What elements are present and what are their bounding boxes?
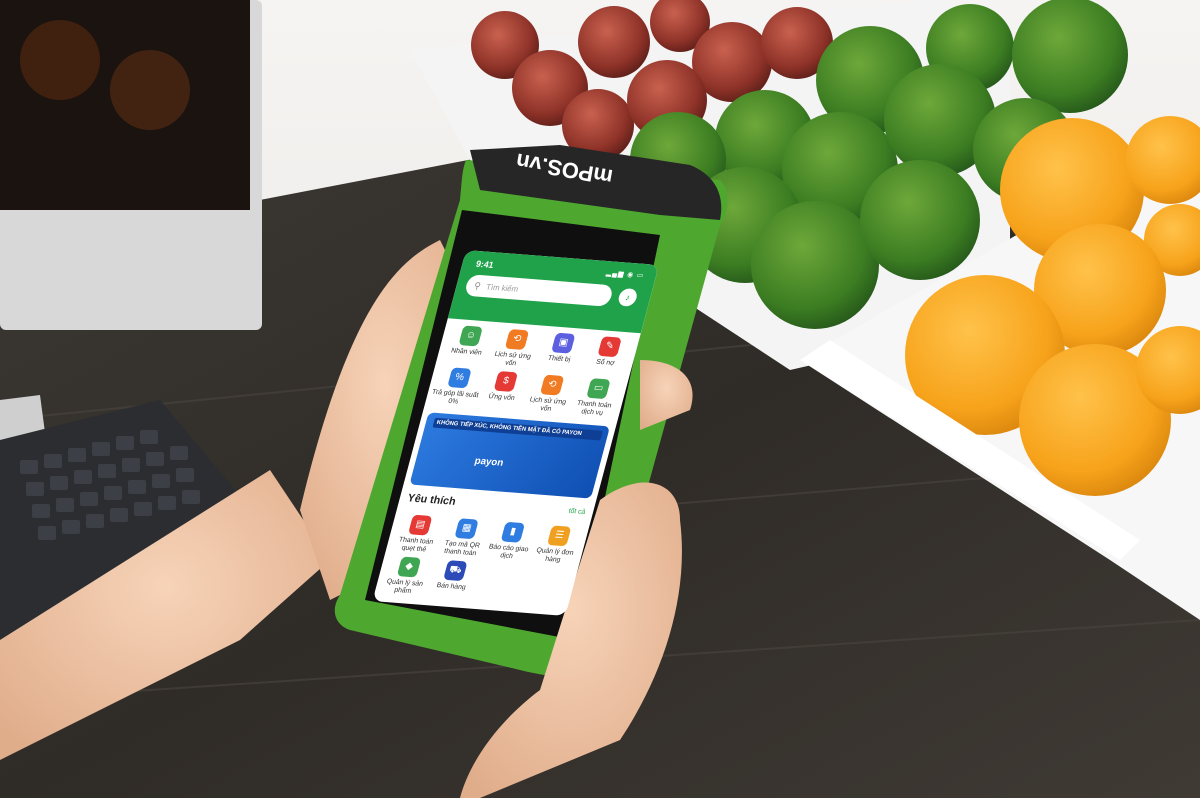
fav-ban-hang[interactable]: ⛟ Bán hàng bbox=[425, 559, 481, 601]
card-icon: ▭ bbox=[586, 378, 611, 400]
search-bar[interactable]: ⚲ Tìm kiếm bbox=[463, 274, 615, 307]
favorites-see-all[interactable]: tốt cả bbox=[568, 507, 586, 515]
chart-icon: ▮ bbox=[500, 521, 526, 543]
tile-label: Nhân viên bbox=[450, 347, 483, 357]
cart-icon: ⛟ bbox=[443, 560, 468, 582]
device-icon: ▣ bbox=[551, 332, 576, 354]
qr-icon: ▦ bbox=[454, 518, 479, 540]
favorites-grid: ▤ Thanh toán quẹt thẻ ▦ Tạo mã QR thanh … bbox=[374, 507, 590, 608]
card-swipe-icon: ▤ bbox=[407, 514, 433, 536]
fav-quan-ly-don-hang[interactable]: ☰ Quản lý đơn hàng bbox=[528, 524, 584, 566]
tile-label: Trả góp lãi suất 0% bbox=[431, 388, 480, 406]
product-icon: ◆ bbox=[396, 556, 422, 578]
tile-label: Thanh toán dịch vụ bbox=[576, 400, 613, 417]
money-icon: $ bbox=[493, 370, 519, 392]
tile-label: Thanh toán quẹt thẻ bbox=[397, 536, 434, 554]
tile-label: Sổ nợ bbox=[595, 358, 616, 367]
banner-brand: payon bbox=[473, 455, 505, 469]
percent-icon: % bbox=[447, 367, 472, 389]
tile-label: Ứng vốn bbox=[487, 393, 516, 402]
tile-label: Bán hàng bbox=[435, 582, 467, 592]
bell-icon[interactable]: ♪ bbox=[616, 287, 639, 307]
tile-label: Lịch sử ứng vốn bbox=[528, 396, 567, 413]
app-header: 9:41 ▂▄▆ ◉ ▭ ⚲ Tìm kiếm ♪ bbox=[447, 250, 659, 334]
search-icon: ⚲ bbox=[473, 280, 483, 291]
tile-label: Báo cáo giao dịch bbox=[487, 543, 530, 561]
tile-label: Lịch sử ứng vốn bbox=[493, 350, 532, 368]
order-icon: ☰ bbox=[546, 525, 572, 547]
history-icon: ⟲ bbox=[539, 374, 565, 396]
ledger-icon: ✎ bbox=[597, 336, 622, 358]
promo-banner[interactable]: KHÔNG TIẾP XÚC, KHÔNG TIỀN MẶT ĐÃ CÓ PAY… bbox=[409, 412, 611, 499]
search-placeholder: Tìm kiếm bbox=[485, 282, 520, 294]
tile-label: Thiết bị bbox=[547, 354, 572, 364]
status-icons: ▂▄▆ ◉ ▭ bbox=[605, 269, 646, 280]
tile-label: Tạo mã QR thanh toán bbox=[443, 540, 481, 558]
tile-label: Quản lý đơn hàng bbox=[535, 547, 575, 564]
favorites-title: Yêu thích bbox=[406, 492, 458, 508]
tile-label: Quản lý sản phẩm bbox=[385, 578, 424, 595]
history-icon: ⟲ bbox=[504, 329, 530, 351]
status-time: 9:41 bbox=[474, 258, 495, 270]
tile-so-no[interactable]: ✎ Sổ nợ bbox=[579, 335, 635, 377]
user-icon: ☺ bbox=[458, 325, 483, 347]
tile-thanh-toan-dich-vu[interactable]: ▭ Thanh toán dịch vụ bbox=[568, 377, 624, 419]
feature-grid: ☺ Nhân viên ⟲ Lịch sử ứng vốn ▣ Thiết bị… bbox=[425, 318, 641, 419]
banner-title: KHÔNG TIẾP XÚC, KHÔNG TIỀN MẶT ĐÃ CÓ PAY… bbox=[432, 417, 603, 441]
